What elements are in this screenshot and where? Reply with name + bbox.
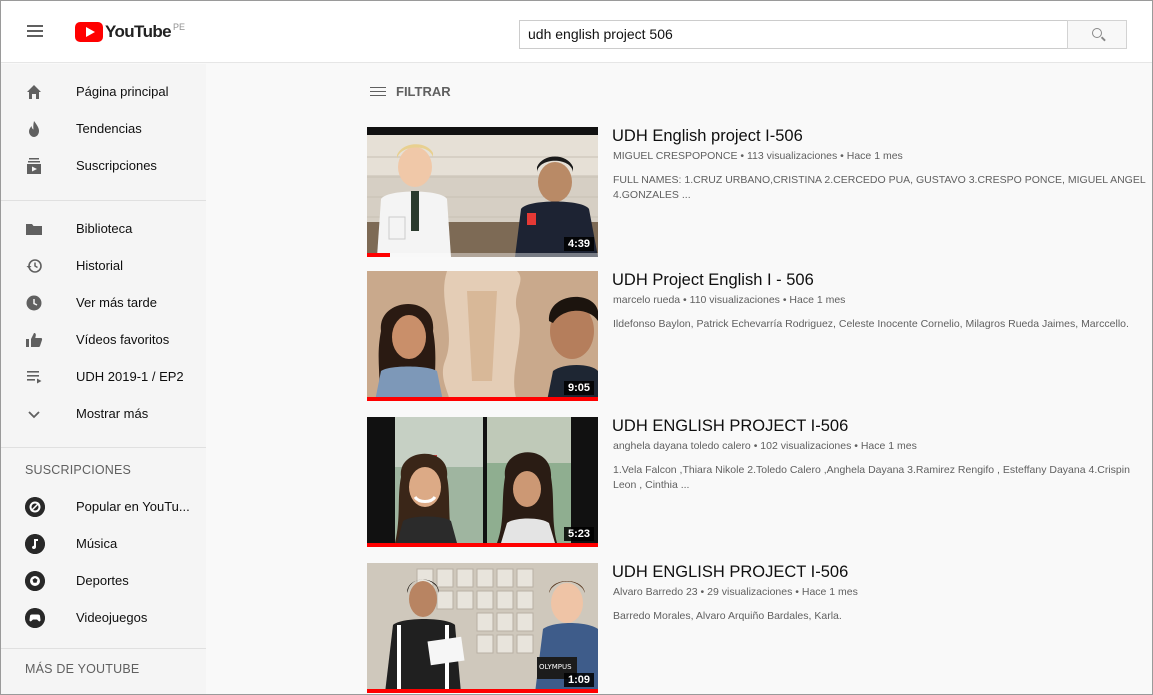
filter-icon	[370, 85, 388, 99]
sidebar-item-label: Tendencias	[76, 121, 142, 136]
subscriptions-icon	[27, 158, 41, 174]
video-metadata: marcelo rueda • 110 visualizaciones • Ha…	[613, 294, 846, 306]
video-result-4[interactable]: OLYMPUS 1:09 UDH ENGLISH PROJECT I-506 A…	[367, 563, 1151, 693]
video-result-1[interactable]: 4:39 UDH English project I-506 MIGUEL CR…	[367, 127, 1151, 257]
sidebar-item-subscription-sports[interactable]: Deportes	[1, 563, 206, 600]
sidebar-item-trending[interactable]: Tendencias	[1, 111, 206, 148]
home-icon	[27, 85, 41, 99]
game-controller-icon	[25, 608, 45, 628]
chevron-down-icon	[28, 411, 40, 419]
sidebar-item-library[interactable]: Biblioteca	[1, 211, 206, 248]
thumbs-up-icon	[26, 333, 43, 347]
youtube-window: YouTube PE udh english project 506 Págin…	[0, 0, 1153, 695]
video-result-3[interactable]: 5:23 UDH ENGLISH PROJECT I-506 anghela d…	[367, 417, 1151, 547]
video-metadata: Alvaro Barredo 23 • 29 visualizaciones •…	[613, 586, 858, 598]
logo-wordmark: YouTube	[105, 22, 172, 41]
video-result-2[interactable]: 9:05 UDH Project English I - 506 marcelo…	[367, 271, 1151, 401]
sidebar-item-subscription-popular[interactable]: Popular en YouTu...	[1, 489, 206, 526]
watch-progress-bar	[367, 397, 598, 401]
subscriptions-section-title: SUSCRIPCIONES	[25, 463, 132, 477]
sidebar-divider	[1, 447, 206, 448]
search-input[interactable]: udh english project 506	[519, 20, 1067, 49]
sidebar-item-label: Videojuegos	[76, 610, 148, 625]
thumbnail-olympus-text: OLYMPUS	[539, 663, 572, 671]
sidebar-item-history[interactable]: Historial	[1, 248, 206, 285]
sidebar-divider	[1, 648, 206, 649]
history-icon	[26, 259, 42, 273]
sidebar-item-label: Popular en YouTu...	[76, 499, 190, 514]
video-title[interactable]: UDH ENGLISH PROJECT I-506	[612, 563, 848, 582]
sidebar-item-subscription-gaming[interactable]: Videojuegos	[1, 600, 206, 637]
video-duration: 5:23	[563, 527, 594, 541]
more-from-youtube-title: MÁS DE YOUTUBE	[25, 662, 140, 676]
sidebar-divider	[1, 200, 206, 201]
video-thumbnail[interactable]: 5:23	[367, 417, 598, 547]
video-metadata: anghela dayana toledo calero • 102 visua…	[613, 440, 917, 452]
country-code: PE	[173, 22, 186, 32]
guide-sidebar: Página principal Tendencias Suscripcione…	[1, 64, 206, 694]
sidebar-item-label: Mostrar más	[76, 406, 149, 421]
video-title[interactable]: UDH ENGLISH PROJECT I-506	[612, 417, 848, 436]
sidebar-item-label: UDH 2019-1 / EP2	[76, 369, 184, 384]
video-description: Barredo Morales, Alvaro Arquiño Bardales…	[613, 610, 842, 622]
masthead: YouTube PE udh english project 506	[1, 1, 1152, 63]
clock-icon	[26, 295, 42, 311]
sidebar-item-label: Historial	[76, 258, 123, 273]
channel-avatar-icon	[25, 497, 45, 517]
watch-progress-bar	[367, 253, 391, 257]
sidebar-item-label: Suscripciones	[76, 158, 157, 173]
video-duration: 9:05	[563, 381, 594, 395]
video-title[interactable]: UDH Project English I - 506	[612, 271, 814, 290]
filter-button[interactable]: FILTRAR	[370, 84, 451, 99]
sidebar-item-subscription-music[interactable]: Música	[1, 526, 206, 563]
video-description: FULL NAMES: 1.CRUZ URBANO,CRISTINA 2.CER…	[613, 174, 1146, 201]
sidebar-item-label: Página principal	[76, 84, 169, 99]
soccer-ball-icon	[25, 571, 45, 591]
sidebar-item-home[interactable]: Página principal	[1, 74, 206, 111]
sidebar-item-watch-later[interactable]: Ver más tarde	[1, 285, 206, 322]
flame-icon	[29, 121, 39, 137]
sidebar-item-label: Biblioteca	[76, 221, 133, 236]
sidebar-item-label: Música	[76, 536, 118, 551]
watch-progress-bar	[367, 543, 598, 547]
playlist-icon	[27, 371, 42, 384]
search-button[interactable]	[1067, 20, 1127, 49]
video-thumbnail[interactable]: 4:39	[367, 127, 598, 257]
video-description: Ildefonso Baylon, Patrick Echevarría Rod…	[613, 318, 1129, 330]
video-duration: 1:09	[563, 673, 594, 687]
folder-icon	[26, 224, 42, 235]
sidebar-item-show-more[interactable]: Mostrar más	[1, 396, 206, 433]
sidebar-item-label: Vídeos favoritos	[76, 332, 170, 347]
sidebar-item-label: Deportes	[76, 573, 129, 588]
youtube-play-icon	[75, 22, 103, 42]
sidebar-item-liked-videos[interactable]: Vídeos favoritos	[1, 322, 206, 359]
search-icon	[1092, 28, 1102, 38]
sidebar-item-label: Ver más tarde	[76, 295, 157, 310]
video-metadata: MIGUEL CRESPOPONCE • 113 visualizaciones…	[613, 150, 903, 162]
video-duration: 4:39	[563, 237, 594, 251]
sidebar-item-playlist-udh[interactable]: UDH 2019-1 / EP2	[1, 359, 206, 396]
music-note-icon	[25, 534, 45, 554]
menu-icon[interactable]	[27, 25, 43, 38]
video-thumbnail[interactable]: OLYMPUS 1:09	[367, 563, 598, 693]
sidebar-item-subscriptions[interactable]: Suscripciones	[1, 148, 206, 185]
filter-label: FILTRAR	[396, 84, 451, 99]
video-thumbnail[interactable]: 9:05	[367, 271, 598, 401]
watch-progress-track	[367, 253, 598, 257]
youtube-logo[interactable]: YouTube PE	[75, 22, 185, 44]
video-description: 1.Vela Falcon ,Thiara Nikole 2.Toledo Ca…	[613, 464, 1130, 491]
video-title[interactable]: UDH English project I-506	[612, 127, 803, 146]
watch-progress-bar	[367, 689, 598, 693]
